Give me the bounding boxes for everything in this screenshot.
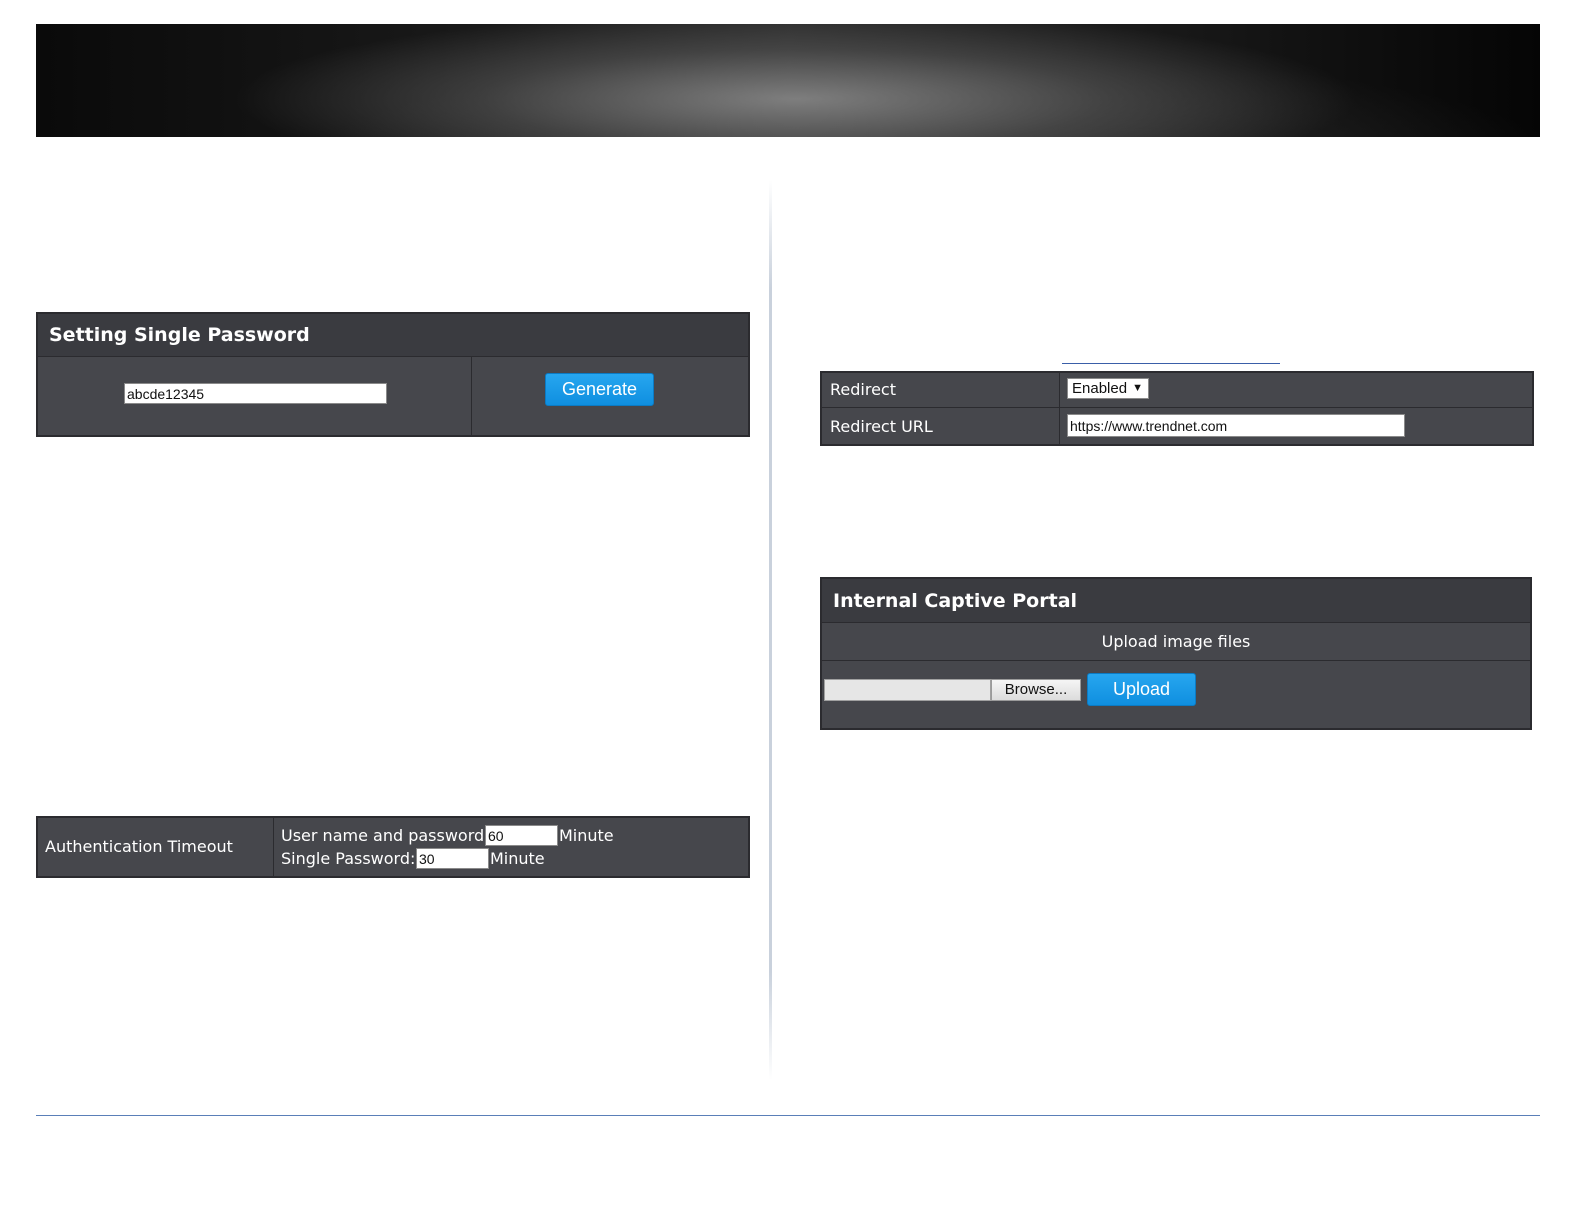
captive-portal-panel: Internal Captive Portal Upload image fil… <box>820 577 1532 730</box>
redirect-select[interactable]: Enabled ▼ <box>1067 378 1149 399</box>
redirect-url-label: Redirect URL <box>830 417 933 436</box>
redirect-panel: Redirect Enabled ▼ Redirect URL <box>820 371 1534 446</box>
panel-title: Internal Captive Portal <box>822 579 1530 623</box>
single-password-input[interactable] <box>124 383 387 404</box>
header-banner <box>36 24 1540 137</box>
upload-subtitle: Upload image files <box>822 623 1530 661</box>
row-divider <box>822 407 1532 408</box>
cell-divider <box>273 818 274 876</box>
generate-button[interactable]: Generate <box>545 373 654 406</box>
cell-divider <box>1059 373 1060 444</box>
redirect-select-value: Enabled <box>1072 380 1128 397</box>
cell-divider <box>471 357 472 435</box>
browse-button[interactable]: Browse... <box>991 679 1081 701</box>
single-pass-timeout-input[interactable] <box>416 848 489 869</box>
panel-title: Setting Single Password <box>38 314 748 357</box>
redirect-label: Redirect <box>830 380 896 399</box>
user-pass-timeout-unit: Minute <box>559 826 614 845</box>
user-pass-timeout-input[interactable] <box>485 825 558 846</box>
redirect-url-input[interactable] <box>1067 414 1405 437</box>
footer-divider <box>36 1115 1540 1116</box>
file-path-field[interactable] <box>824 679 991 701</box>
chevron-down-icon: ▼ <box>1132 382 1143 394</box>
auth-timeout-panel: Authentication Timeout User name and pas… <box>36 816 750 878</box>
column-divider <box>769 180 772 1080</box>
user-pass-timeout-label: User name and password: <box>281 826 490 845</box>
manual-page: Setting Single Password Generate Authent… <box>0 0 1584 1224</box>
single-pass-timeout-label: Single Password: <box>281 849 416 868</box>
single-pass-timeout-unit: Minute <box>490 849 545 868</box>
upload-button[interactable]: Upload <box>1087 673 1196 706</box>
single-password-panel: Setting Single Password Generate <box>36 312 750 437</box>
hyperlink-underline <box>1062 363 1280 364</box>
auth-timeout-label: Authentication Timeout <box>45 837 233 856</box>
